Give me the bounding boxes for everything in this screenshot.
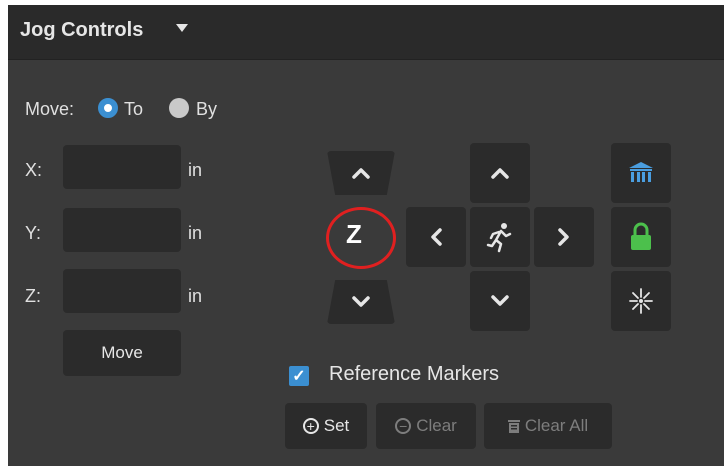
reference-markers-label[interactable]: Reference Markers bbox=[329, 363, 499, 386]
plus-circle-icon: + bbox=[302, 418, 319, 434]
chevron-left-icon bbox=[431, 228, 442, 246]
clear-label: Clear bbox=[416, 416, 457, 435]
x-input[interactable] bbox=[63, 145, 181, 189]
radio-to-label[interactable]: To bbox=[124, 99, 143, 120]
lock-icon bbox=[631, 222, 651, 250]
x-right-button[interactable] bbox=[534, 207, 594, 267]
caret-down-icon[interactable] bbox=[176, 24, 188, 32]
reference-markers-checkbox[interactable]: ✓ bbox=[289, 366, 309, 386]
running-person-icon bbox=[486, 223, 512, 253]
y-input[interactable] bbox=[63, 208, 181, 252]
radio-by[interactable] bbox=[169, 98, 189, 118]
laser-button[interactable] bbox=[611, 271, 671, 331]
clear-marker-button[interactable]: − Clear bbox=[376, 403, 476, 449]
move-mode-label: Move: bbox=[25, 99, 75, 119]
chevron-down-icon bbox=[491, 295, 509, 306]
x-unit: in bbox=[188, 160, 203, 180]
x-label: X: bbox=[25, 160, 43, 180]
panel-header[interactable]: Jog Controls bbox=[8, 5, 724, 60]
clear-all-label: Clear All bbox=[524, 416, 589, 435]
chevron-up-icon bbox=[491, 168, 509, 179]
z-unit: in bbox=[188, 286, 203, 306]
y-up-button[interactable] bbox=[470, 143, 530, 203]
z-input[interactable] bbox=[63, 269, 181, 313]
set-marker-button[interactable]: + Set bbox=[285, 403, 367, 449]
jog-controls-panel: Jog Controls Move: To By X: in Y: in Z: … bbox=[8, 5, 724, 466]
clear-all-markers-button[interactable]: Clear All bbox=[484, 403, 612, 449]
trash-icon bbox=[507, 420, 520, 433]
chevron-right-icon bbox=[558, 228, 569, 246]
home-pillars-icon bbox=[629, 162, 653, 182]
y-label: Y: bbox=[25, 223, 42, 243]
z-down-button[interactable] bbox=[327, 280, 395, 324]
set-label: Set bbox=[323, 416, 350, 435]
home-button[interactable] bbox=[611, 143, 671, 203]
chevron-down-icon bbox=[352, 296, 370, 307]
lock-button[interactable] bbox=[611, 207, 671, 267]
y-unit: in bbox=[188, 223, 203, 243]
z-axis-label: Z bbox=[346, 219, 362, 249]
radio-by-label[interactable]: By bbox=[196, 99, 217, 120]
panel-title: Jog Controls bbox=[20, 19, 144, 41]
chevron-up-icon bbox=[352, 168, 370, 179]
y-down-button[interactable] bbox=[470, 271, 530, 331]
x-left-button[interactable] bbox=[406, 207, 466, 267]
minus-circle-icon: − bbox=[395, 418, 412, 434]
move-button[interactable]: Move bbox=[63, 330, 181, 376]
jog-run-button[interactable] bbox=[470, 207, 530, 267]
z-label: Z: bbox=[25, 286, 41, 306]
laser-burst-icon bbox=[629, 288, 653, 314]
radio-to[interactable] bbox=[98, 98, 118, 118]
z-up-button[interactable] bbox=[327, 151, 395, 195]
